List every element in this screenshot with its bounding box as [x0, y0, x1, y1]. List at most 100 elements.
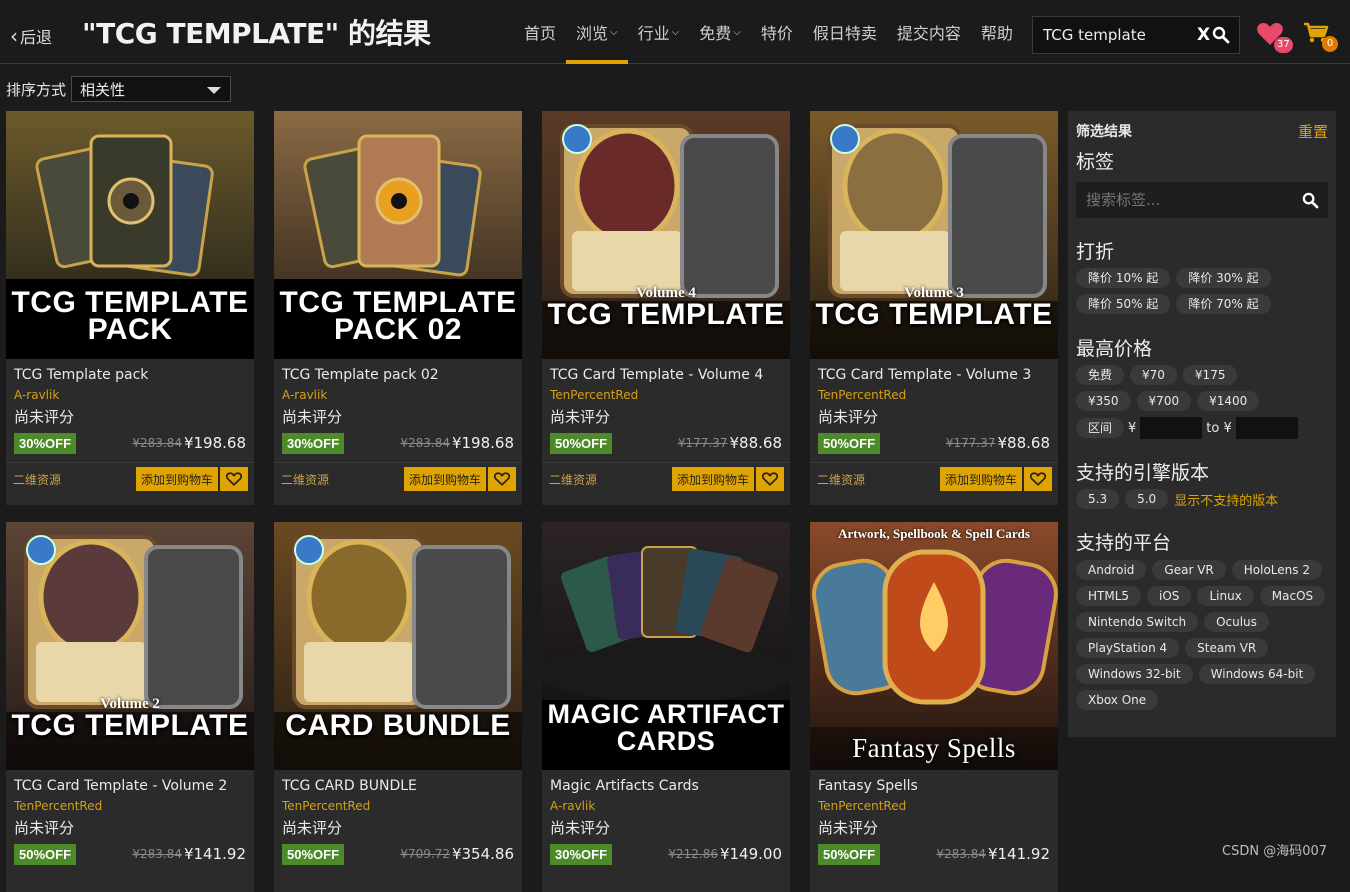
- back-button[interactable]: ‹ 后退: [10, 24, 52, 48]
- platform-chip[interactable]: Android: [1076, 560, 1147, 580]
- nav-item-3[interactable]: 免费 ⌵: [689, 0, 751, 64]
- platform-chip[interactable]: Nintendo Switch: [1076, 612, 1199, 632]
- platform-chip[interactable]: Steam VR: [1185, 638, 1269, 658]
- product-thumbnail[interactable]: TCG TEMPLATE Volume 2: [6, 522, 254, 770]
- nav-item-4[interactable]: 特价: [751, 0, 803, 64]
- product-info: TCG Template pack A-ravlik 尚未评分 30%OFF ¥…: [6, 359, 254, 491]
- product-thumbnail[interactable]: TCG TEMPLATE Volume 3: [810, 111, 1058, 359]
- publisher-link[interactable]: A-ravlik: [550, 799, 782, 813]
- original-price: ¥283.84: [400, 436, 450, 450]
- platform-chip[interactable]: HoloLens 2: [1231, 560, 1322, 580]
- add-to-cart-button[interactable]: 添加到购物车: [135, 467, 218, 491]
- product-card[interactable]: TCG TEMPLATE Volume 2 TCG Card Template -…: [6, 522, 254, 892]
- original-price: ¥283.84: [936, 847, 986, 861]
- show-unsupported-link[interactable]: 显示不支持的版本: [1174, 490, 1278, 509]
- product-name[interactable]: TCG Card Template - Volume 2: [14, 778, 246, 794]
- price-chip[interactable]: ¥175: [1182, 365, 1238, 385]
- clear-search-button[interactable]: X: [1197, 25, 1210, 45]
- sort-select[interactable]: 相关性: [71, 76, 232, 102]
- nav-item-1[interactable]: 浏览 ⌵: [566, 0, 628, 64]
- nav-item-5[interactable]: 假日特卖: [803, 0, 887, 64]
- publisher-link[interactable]: TenPercentRed: [550, 388, 782, 402]
- price-chip[interactable]: ¥350: [1076, 391, 1131, 411]
- product-card[interactable]: CARD BUNDLE TCG CARD BUNDLE TenPercentRe…: [274, 522, 522, 892]
- reset-filters-button[interactable]: 重置: [1298, 121, 1328, 142]
- price-row: 50%OFF ¥709.72 ¥354.86: [282, 842, 514, 866]
- nav-item-label: 首页: [524, 24, 557, 43]
- tag-search-input[interactable]: [1086, 191, 1286, 209]
- nav-item-0[interactable]: 首页: [514, 0, 566, 64]
- platform-chip[interactable]: HTML5: [1076, 586, 1142, 606]
- product-name[interactable]: Magic Artifacts Cards: [550, 778, 782, 794]
- product-name[interactable]: TCG Card Template - Volume 3: [818, 367, 1050, 383]
- range-currency: ¥: [1128, 420, 1137, 436]
- product-card[interactable]: TCG TEMPLATE Volume 3 TCG Card Template -…: [810, 111, 1058, 505]
- price-chip[interactable]: 免费: [1076, 365, 1125, 385]
- add-to-wishlist-button[interactable]: [220, 467, 248, 491]
- product-name[interactable]: TCG Template pack 02: [282, 367, 514, 383]
- product-name[interactable]: TCG Template pack: [14, 367, 246, 383]
- discount-chip[interactable]: 降价 70% 起: [1176, 294, 1271, 314]
- price-chip[interactable]: ¥70: [1130, 365, 1177, 385]
- cart-button[interactable]: 0: [1303, 22, 1338, 52]
- wishlist-button[interactable]: 37: [1256, 22, 1293, 53]
- product-name[interactable]: TCG Card Template - Volume 4: [550, 367, 782, 383]
- product-card[interactable]: Fantasy Spells Artwork, Spellbook & Spell…: [810, 522, 1058, 892]
- add-to-wishlist-button[interactable]: [1024, 467, 1052, 491]
- add-to-cart-button[interactable]: 添加到购物车: [939, 467, 1022, 491]
- platform-chip[interactable]: Gear VR: [1152, 560, 1226, 580]
- artwork-caption: TCG TEMPLATE: [11, 709, 249, 742]
- add-to-wishlist-button[interactable]: [488, 467, 516, 491]
- platform-chip[interactable]: PlayStation 4: [1076, 638, 1180, 658]
- platform-chip[interactable]: iOS: [1147, 586, 1192, 606]
- publisher-link[interactable]: A-ravlik: [14, 388, 246, 402]
- price-chip[interactable]: ¥1400: [1197, 391, 1260, 411]
- nav-item-6[interactable]: 提交内容: [887, 0, 971, 64]
- platform-chip[interactable]: MacOS: [1259, 586, 1326, 606]
- product-name[interactable]: Fantasy Spells: [818, 778, 1050, 794]
- platform-chip[interactable]: Oculus: [1204, 612, 1269, 632]
- platform-chip[interactable]: Windows 64-bit: [1198, 664, 1316, 684]
- discount-chip[interactable]: 降价 50% 起: [1076, 294, 1171, 314]
- add-to-cart-button[interactable]: 添加到购物车: [403, 467, 486, 491]
- platform-chip[interactable]: Xbox One: [1076, 690, 1159, 710]
- product-card[interactable]: TCG TEMPLATE Volume 4 TCG Card Template -…: [542, 111, 790, 505]
- search-icon[interactable]: [1302, 192, 1319, 209]
- search-input[interactable]: [1043, 26, 1183, 44]
- discount-badge: 30%OFF: [282, 432, 345, 454]
- publisher-link[interactable]: TenPercentRed: [818, 799, 1050, 813]
- rating-text: 尚未评分: [14, 819, 75, 837]
- engine-chip[interactable]: 5.0: [1125, 489, 1169, 509]
- publisher-link[interactable]: TenPercentRed: [818, 388, 1050, 402]
- product-thumbnail[interactable]: TCG TEMPLATE PACK 02: [274, 111, 522, 359]
- engine-chip[interactable]: 5.3: [1076, 489, 1120, 509]
- price-chip[interactable]: ¥700: [1136, 391, 1192, 411]
- publisher-link[interactable]: TenPercentRed: [14, 799, 246, 813]
- rating-text: 尚未评分: [14, 408, 75, 426]
- card-actions: 二维资源 添加到购物车: [6, 462, 254, 495]
- nav-item-7[interactable]: 帮助: [971, 0, 1023, 64]
- product-thumbnail[interactable]: Fantasy Spells Artwork, Spellbook & Spell…: [810, 522, 1058, 770]
- product-thumbnail[interactable]: TCG TEMPLATE PACK: [6, 111, 254, 359]
- product-thumbnail[interactable]: TCG TEMPLATE Volume 4: [542, 111, 790, 359]
- product-name[interactable]: TCG CARD BUNDLE: [282, 778, 514, 794]
- range-max-input[interactable]: [1235, 417, 1298, 439]
- product-card[interactable]: TCG TEMPLATE PACK 02 TCG Template pack 02…: [274, 111, 522, 505]
- discount-chip[interactable]: 降价 30% 起: [1176, 268, 1271, 288]
- publisher-link[interactable]: TenPercentRed: [282, 799, 514, 813]
- range-min-input[interactable]: [1140, 417, 1203, 439]
- add-to-wishlist-button[interactable]: [756, 467, 784, 491]
- product-card[interactable]: TCG TEMPLATE PACK TCG Template pack A-rav…: [6, 111, 254, 505]
- sale-price: ¥198.68: [451, 434, 514, 452]
- platform-chip[interactable]: Windows 32-bit: [1076, 664, 1193, 684]
- product-thumbnail[interactable]: MAGIC ARTIFACT CARDS: [542, 522, 790, 770]
- platform-chip[interactable]: Linux: [1197, 586, 1254, 606]
- nav-item-2[interactable]: 行业 ⌵: [628, 0, 690, 64]
- add-to-cart-button[interactable]: 添加到购物车: [671, 467, 754, 491]
- range-chip[interactable]: 区间: [1076, 418, 1125, 438]
- search-icon[interactable]: [1212, 26, 1230, 44]
- product-thumbnail[interactable]: CARD BUNDLE: [274, 522, 522, 770]
- publisher-link[interactable]: A-ravlik: [282, 388, 514, 402]
- discount-chip[interactable]: 降价 10% 起: [1076, 268, 1171, 288]
- product-card[interactable]: MAGIC ARTIFACT CARDS Magic Artifacts Card…: [542, 522, 790, 892]
